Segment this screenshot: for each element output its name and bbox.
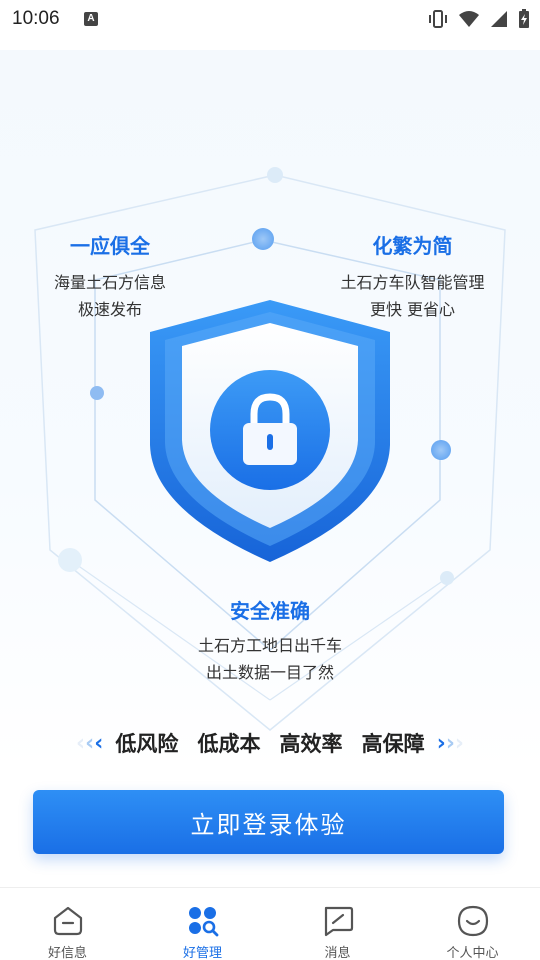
nav-label: 好管理 <box>182 946 222 960</box>
node-dot <box>267 167 283 183</box>
feature-title: 一应俱全 <box>70 234 150 258</box>
feature-line: 极速发布 <box>77 300 142 319</box>
slogan-item: 高效率 <box>279 732 343 756</box>
feature-title: 安全准确 <box>230 599 310 623</box>
vibrate-icon <box>428 9 447 28</box>
signal-icon <box>490 10 507 27</box>
battery-charging-icon <box>519 8 529 28</box>
message-icon <box>324 906 353 937</box>
feature-title: 化繁为简 <box>372 234 453 258</box>
slogan-row: ‹‹‹ 低风险 低成本 高效率 高保障 ››› <box>0 728 540 768</box>
nav-item-profile[interactable]: 个人中心 <box>405 888 540 960</box>
node-dot <box>90 386 104 400</box>
nav-label: 个人中心 <box>446 946 499 960</box>
lock-icon <box>210 370 330 490</box>
node-dot <box>252 228 274 250</box>
nav-item-manage[interactable]: 好管理 <box>135 888 270 960</box>
nav-item-info[interactable]: 好信息 <box>0 888 135 960</box>
nav-item-messages[interactable]: 消息 <box>270 888 405 960</box>
home-icon <box>53 906 82 936</box>
node-dot <box>440 571 454 585</box>
feature-line: 更快 更省心 <box>369 300 456 319</box>
feature-top-right: 化繁为简 土石方车队智能管理 更快 更省心 <box>330 230 495 323</box>
double-chevron-right-icon: ››› <box>436 730 464 756</box>
feature-line: 土石方工地日出千车 <box>197 636 342 655</box>
status-bar: 10:06 A <box>0 0 540 50</box>
nav-label: 消息 <box>324 946 351 960</box>
login-button[interactable]: 立即登录体验 <box>33 790 504 854</box>
slogan-item: 高保障 <box>361 732 425 756</box>
slogan-item: 低风险 <box>115 732 179 756</box>
node-dot <box>431 440 451 460</box>
profile-icon <box>457 905 488 937</box>
feature-line: 出土数据一目了然 <box>205 663 334 682</box>
status-time: 10:06 <box>12 8 60 29</box>
manage-search-icon <box>188 907 218 937</box>
feature-line: 海量土石方信息 <box>53 273 166 292</box>
slogan-item: 低成本 <box>197 732 261 756</box>
a-icon: A <box>84 12 98 26</box>
double-chevron-left-icon: ‹‹‹ <box>76 730 104 756</box>
nav-label: 好信息 <box>47 946 87 960</box>
node-dot <box>58 548 82 572</box>
feature-line: 土石方车队智能管理 <box>340 273 485 292</box>
bottom-nav: 好信息 好管理 消息 个人中心 <box>0 887 540 960</box>
wifi-icon <box>458 10 479 27</box>
status-icons <box>423 8 530 28</box>
feature-top-left: 一应俱全 海量土石方信息 极速发布 <box>40 230 180 323</box>
feature-bottom: 安全准确 土石方工地日出千车 出土数据一目了然 <box>170 595 370 686</box>
hero-illustration: 一应俱全 海量土石方信息 极速发布 化繁为简 土石方车队智能管理 更快 更省心 … <box>0 50 540 770</box>
